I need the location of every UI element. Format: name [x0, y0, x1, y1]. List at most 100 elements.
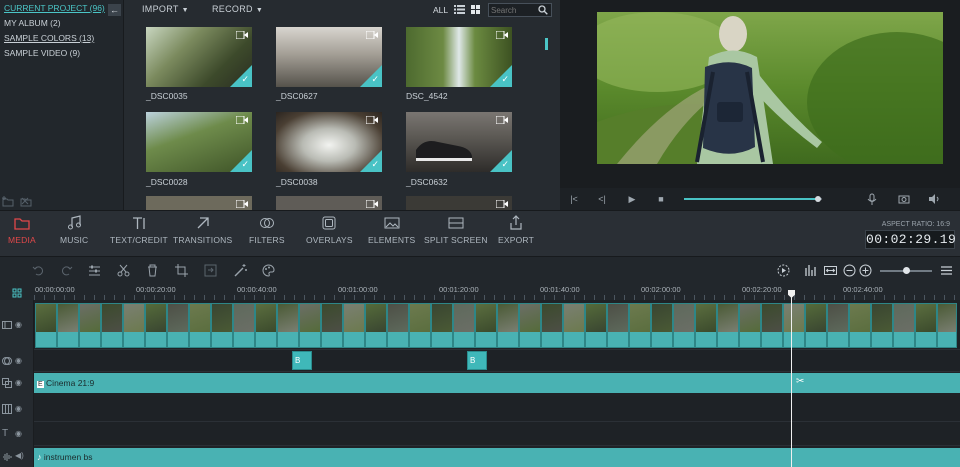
video-clip[interactable] [585, 303, 607, 348]
media-thumb[interactable]: ✓ [406, 112, 512, 172]
filter-all-dropdown[interactable]: ALL [433, 5, 448, 15]
video-clip[interactable] [409, 303, 431, 348]
video-clip[interactable] [189, 303, 211, 348]
effect-clip[interactable]: B [467, 351, 487, 370]
media-thumb[interactable]: ✓ [406, 27, 512, 87]
library-item-my-album[interactable]: MY ALBUM (2) [0, 15, 123, 30]
video-clip[interactable] [211, 303, 233, 348]
search-input[interactable] [491, 4, 539, 16]
detach-icon[interactable] [204, 264, 217, 277]
scissors-icon[interactable] [117, 264, 130, 277]
video-clip[interactable] [57, 303, 79, 348]
browser-scrollbar[interactable] [545, 38, 548, 50]
video-clip[interactable] [937, 303, 957, 348]
playback-progress[interactable] [684, 196, 822, 202]
redo-icon[interactable] [60, 264, 73, 277]
eye-icon[interactable]: ◉ [15, 378, 22, 387]
tab-media[interactable]: MEDIA [8, 215, 36, 245]
audio-clip[interactable]: ♪ instrumen bs [34, 448, 960, 467]
video-clip[interactable] [783, 303, 805, 348]
track-settings-icon[interactable] [12, 288, 22, 298]
video-clip[interactable] [101, 303, 123, 348]
video-clip[interactable] [167, 303, 189, 348]
video-clip[interactable] [387, 303, 409, 348]
video-clip[interactable] [519, 303, 541, 348]
video-clip[interactable] [827, 303, 849, 348]
add-folder-icon[interactable] [2, 196, 14, 208]
video-clip[interactable] [453, 303, 475, 348]
media-thumb[interactable]: ✓ [146, 27, 252, 87]
volume-icon[interactable] [928, 193, 940, 205]
undo-icon[interactable] [32, 264, 45, 277]
video-clip[interactable] [871, 303, 893, 348]
record-button[interactable]: RECORD ▼ [212, 4, 263, 14]
tab-text-credit[interactable]: TEXT/CREDIT [110, 215, 168, 245]
media-thumb[interactable] [276, 196, 382, 210]
timeline-ruler[interactable]: 00:00:00:00 00:00:20:00 00:00:40:00 00:0… [0, 284, 960, 300]
tab-overlays[interactable]: OVERLAYS [306, 215, 353, 245]
video-clip[interactable] [893, 303, 915, 348]
magic-wand-icon[interactable] [234, 264, 247, 277]
search-icon[interactable] [538, 5, 548, 15]
step-back-icon[interactable]: <| [596, 193, 608, 205]
fit-timeline-icon[interactable] [824, 264, 837, 277]
trash-icon[interactable] [146, 264, 159, 277]
zoom-in-icon[interactable] [859, 264, 872, 277]
video-clip[interactable] [651, 303, 673, 348]
video-clip[interactable] [673, 303, 695, 348]
effect-clip[interactable]: B [292, 351, 312, 370]
video-clip[interactable] [849, 303, 871, 348]
video-clip[interactable] [431, 303, 453, 348]
video-clip[interactable] [607, 303, 629, 348]
eye-icon[interactable]: ◉ [15, 404, 22, 413]
import-button[interactable]: IMPORT ▼ [142, 4, 189, 14]
library-item-sample-colors[interactable]: SAMPLE COLORS (13) [0, 30, 123, 45]
zoom-out-icon[interactable] [843, 264, 856, 277]
video-clip[interactable] [343, 303, 365, 348]
title-track[interactable] [34, 422, 960, 446]
render-icon[interactable] [777, 264, 790, 277]
playback-knob[interactable] [815, 196, 821, 202]
tab-filters[interactable]: FILTERS [249, 215, 285, 245]
tab-split-screen[interactable]: SPLIT SCREEN [424, 215, 488, 245]
tab-export[interactable]: EXPORT [498, 215, 534, 245]
playhead[interactable] [791, 290, 792, 467]
video-clip[interactable] [629, 303, 651, 348]
skip-back-icon[interactable]: |< [568, 193, 580, 205]
video-clip[interactable] [739, 303, 761, 348]
scissors-icon[interactable]: ✂ [796, 376, 804, 387]
microphone-icon[interactable] [866, 193, 878, 205]
pip-track[interactable] [34, 396, 960, 422]
video-clip[interactable] [695, 303, 717, 348]
tab-transitions[interactable]: TRANSITIONS [173, 215, 232, 245]
video-clip[interactable] [915, 303, 937, 348]
zoom-slider-knob[interactable] [903, 267, 910, 274]
video-clip[interactable] [475, 303, 497, 348]
grid-view-icon[interactable] [471, 5, 480, 14]
audio-mixer-icon[interactable] [804, 264, 817, 277]
color-palette-icon[interactable] [262, 264, 275, 277]
media-thumb[interactable]: ✓ [276, 112, 382, 172]
tab-elements[interactable]: ELEMENTS [368, 215, 415, 245]
video-clip[interactable] [123, 303, 145, 348]
video-clip[interactable] [321, 303, 343, 348]
media-thumb[interactable] [146, 196, 252, 210]
library-item-current-project[interactable]: CURRENT PROJECT (96) [0, 0, 123, 15]
video-clip[interactable] [497, 303, 519, 348]
video-clip[interactable] [761, 303, 783, 348]
speaker-icon[interactable]: ◀) [15, 451, 24, 460]
video-clip[interactable] [299, 303, 321, 348]
collapse-arrow-icon[interactable]: ← [108, 4, 121, 16]
remove-folder-icon[interactable] [20, 196, 32, 208]
video-clip[interactable] [79, 303, 101, 348]
text-clip[interactable]: E Cinema 21:9 [34, 373, 960, 393]
video-clip[interactable] [233, 303, 255, 348]
eye-icon[interactable]: ◉ [15, 356, 22, 365]
snapshot-camera-icon[interactable] [898, 193, 910, 205]
video-clip[interactable] [365, 303, 387, 348]
library-item-sample-video[interactable]: SAMPLE VIDEO (9) [0, 45, 123, 60]
stop-icon[interactable]: ■ [655, 193, 667, 205]
video-clip[interactable] [255, 303, 277, 348]
eye-icon[interactable]: ◉ [15, 429, 22, 438]
effects-track[interactable] [34, 350, 960, 372]
